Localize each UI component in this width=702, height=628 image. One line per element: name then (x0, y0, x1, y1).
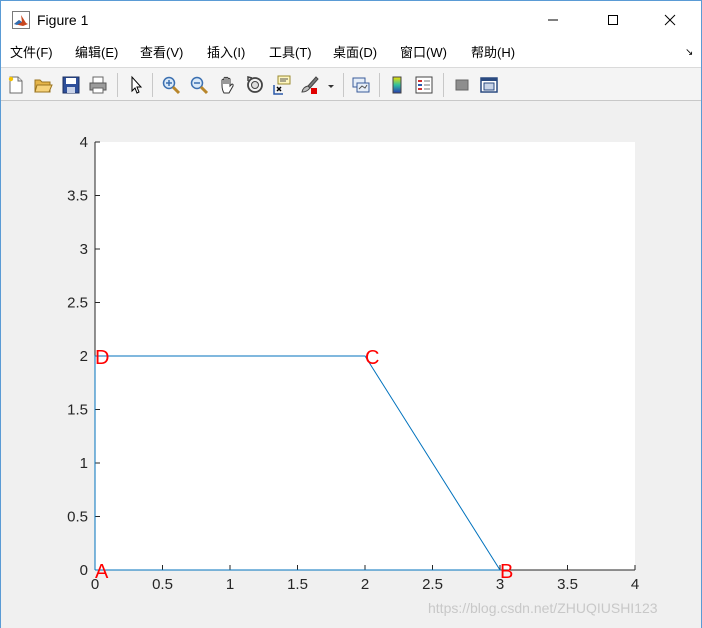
plot-svg[interactable]: 0 0.5 1 1.5 2 2.5 3 3.5 400.511.522.533.54A BCD (1, 101, 701, 628)
figure-toolbar (1, 67, 701, 101)
y-tick-label: 3 (80, 241, 88, 258)
point-label-a: A (95, 561, 109, 583)
maximize-icon (608, 15, 618, 25)
toolbar-separator (379, 73, 380, 97)
point-label-b: B (500, 561, 513, 583)
toolbar-separator (152, 73, 153, 97)
menu-tools[interactable]: 工具(T) (269, 45, 312, 61)
figure-window: Figure 1 文件(F) 编辑(E) 查看(V) 插入(I) 工具(T) 桌… (0, 0, 702, 628)
y-tick-label: 2.5 (67, 295, 88, 312)
minimize-button[interactable] (530, 1, 576, 39)
hide-plot-tools-icon[interactable] (452, 75, 472, 95)
zoom-in-icon[interactable] (161, 75, 181, 95)
data-cursor-icon[interactable] (272, 75, 292, 95)
x-tick-label: 3.5 (557, 576, 578, 593)
point-label-d: D (95, 347, 109, 369)
y-tick-label: 2 (80, 348, 88, 365)
menu-window[interactable]: 窗口(W) (400, 45, 447, 61)
legend-icon[interactable] (414, 75, 434, 95)
toolbar-separator (117, 73, 118, 97)
maximize-button[interactable] (590, 1, 636, 39)
x-tick-label: 2 (361, 576, 369, 593)
open-file-icon[interactable] (33, 75, 53, 95)
show-plot-tools-icon[interactable] (479, 75, 499, 95)
point-label-c: C (365, 347, 379, 369)
y-tick-label: 1 (80, 455, 88, 472)
matlab-logo-icon (12, 11, 30, 29)
x-tick-label: 4 (631, 576, 639, 593)
link-plot-icon[interactable] (351, 75, 371, 95)
new-figure-icon[interactable] (6, 75, 26, 95)
menu-insert[interactable]: 插入(I) (207, 45, 245, 61)
figure-canvas[interactable]: 0 0.5 1 1.5 2 2.5 3 3.5 4 0 0.5 1 1.5 2 2.5 3 3.5 4 A B C D (1, 101, 701, 628)
y-tick-label: 0 (80, 562, 88, 579)
toolbar-separator (443, 73, 444, 97)
pointer-icon[interactable] (126, 75, 146, 95)
minimize-icon (548, 19, 558, 21)
y-tick-label: 0.5 (67, 509, 88, 526)
colorbar-icon[interactable] (387, 75, 407, 95)
menu-bar: 文件(F) 编辑(E) 查看(V) 插入(I) 工具(T) 桌面(D) 窗口(W… (1, 39, 701, 67)
menu-edit[interactable]: 编辑(E) (75, 45, 118, 61)
watermark-text: https://blog.csdn.net/ZHUQIUSHI123 (428, 600, 658, 616)
pan-hand-icon[interactable] (217, 75, 237, 95)
window-title: Figure 1 (37, 12, 89, 28)
save-icon[interactable] (61, 75, 81, 95)
rotate-3d-icon[interactable] (245, 75, 265, 95)
menu-overflow-icon[interactable]: ↘ (685, 47, 693, 58)
x-tick-label: 2.5 (422, 576, 443, 593)
y-tick-label: 3.5 (67, 188, 88, 205)
x-tick-label: 0.5 (152, 576, 173, 593)
print-icon[interactable] (88, 75, 108, 95)
x-tick-label: 1 (226, 576, 234, 593)
menu-file[interactable]: 文件(F) (10, 45, 53, 61)
close-button[interactable] (647, 1, 693, 39)
title-bar[interactable]: Figure 1 (1, 1, 701, 39)
menu-desktop[interactable]: 桌面(D) (333, 45, 377, 61)
close-icon (664, 14, 676, 26)
x-tick-label: 1.5 (287, 576, 308, 593)
zoom-out-icon[interactable] (189, 75, 209, 95)
y-tick-label: 4 (80, 134, 88, 151)
y-tick-label: 1.5 (67, 402, 88, 419)
menu-help[interactable]: 帮助(H) (471, 45, 515, 61)
brush-dropdown-icon[interactable] (325, 75, 337, 95)
toolbar-separator (343, 73, 344, 97)
menu-view[interactable]: 查看(V) (140, 45, 183, 61)
brush-icon[interactable] (299, 75, 319, 95)
